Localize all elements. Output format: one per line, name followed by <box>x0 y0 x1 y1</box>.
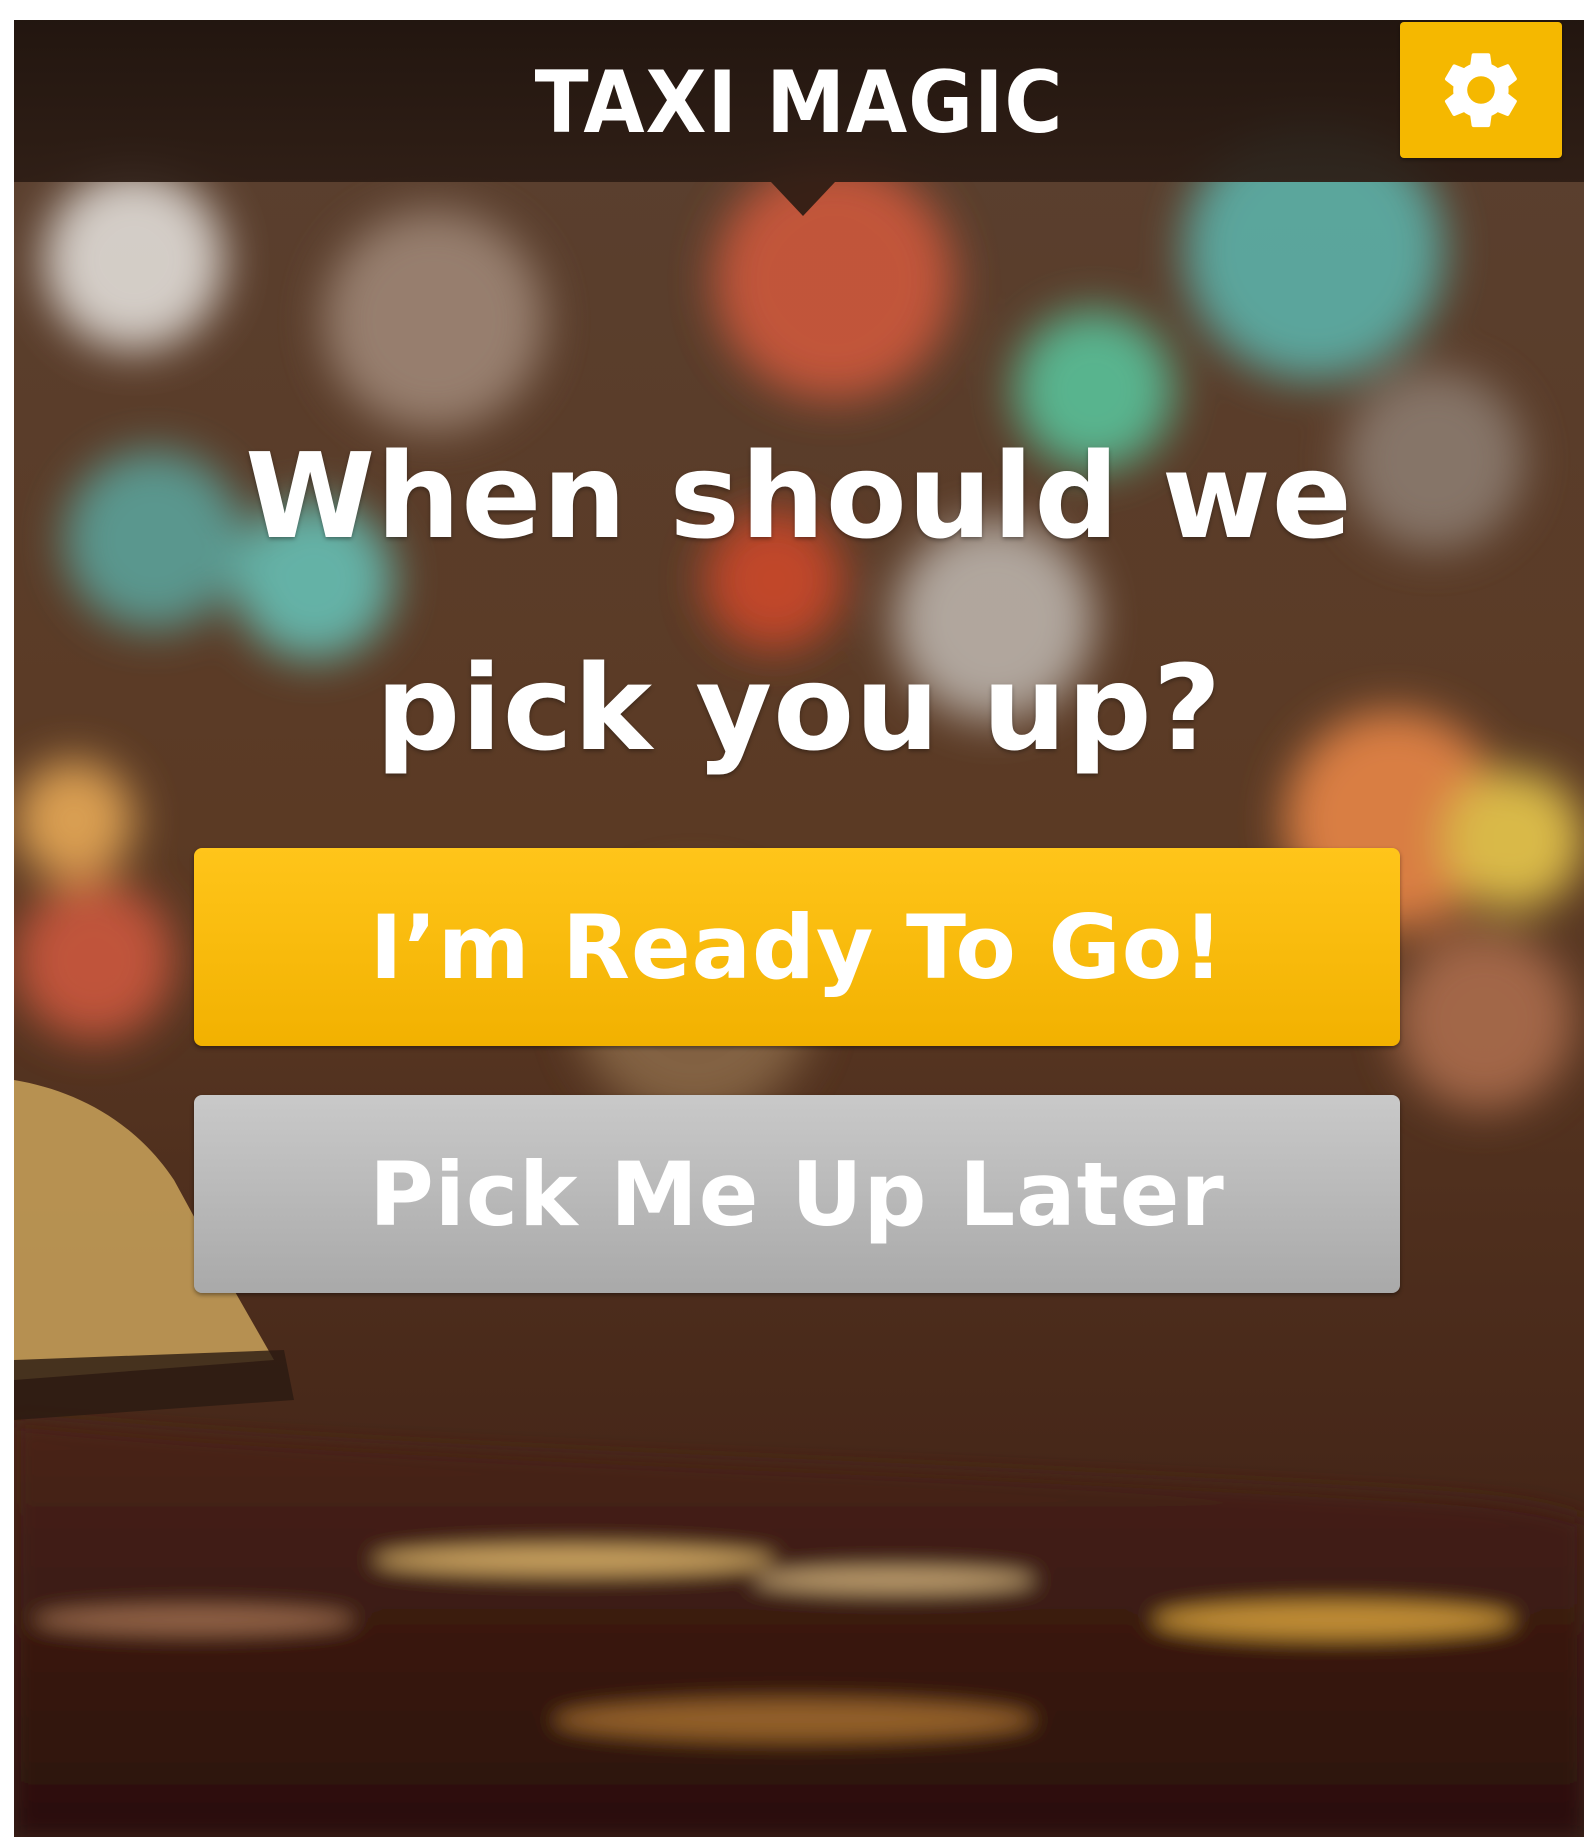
settings-button[interactable] <box>1400 22 1562 158</box>
taxi-magic-screen: TAXI MAGIC When should we pick you up? I… <box>14 20 1584 1837</box>
pick-me-up-later-button[interactable]: Pick Me Up Later <box>194 1095 1400 1293</box>
ready-to-go-button[interactable]: I’m Ready To Go! <box>194 848 1400 1046</box>
gear-icon <box>1444 53 1517 128</box>
header-pointer <box>771 182 835 216</box>
headline-line-2: pick you up? <box>375 639 1223 777</box>
app-title: TAXI MAGIC <box>534 53 1064 153</box>
headline-line-1: When should we <box>245 427 1353 565</box>
headline: When should we pick you up? <box>14 390 1584 814</box>
